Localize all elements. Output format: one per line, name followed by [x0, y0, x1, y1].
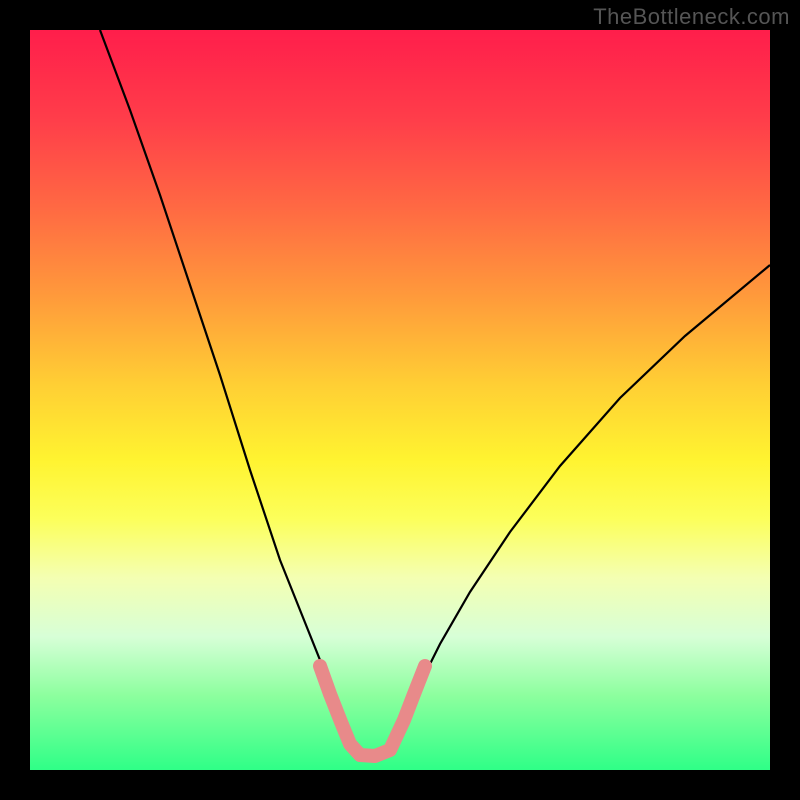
left-curve — [100, 30, 358, 750]
plot-area — [30, 30, 770, 770]
chart-frame: TheBottleneck.com — [0, 0, 800, 800]
right-curve — [390, 265, 770, 750]
bottom-marker — [320, 666, 425, 756]
curve-layer — [30, 30, 770, 770]
watermark-text: TheBottleneck.com — [593, 4, 790, 30]
